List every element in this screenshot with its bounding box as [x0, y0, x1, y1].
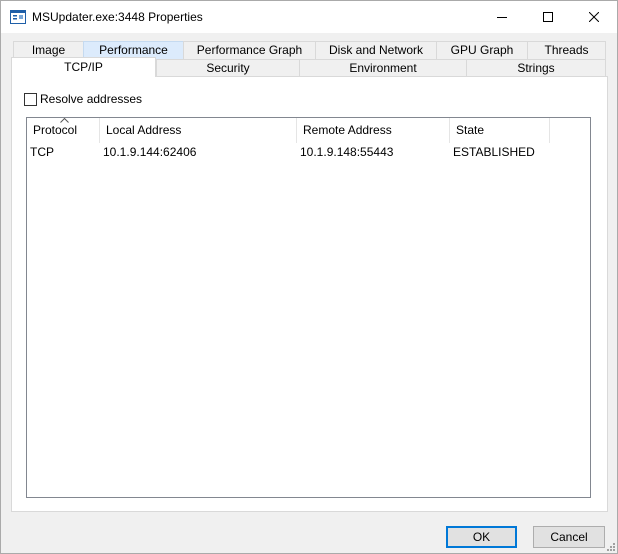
column-header-local-address[interactable]: Local Address	[100, 118, 297, 143]
column-header-remote-address[interactable]: Remote Address	[297, 118, 450, 143]
list-header: Protocol Local Address Remote Address St…	[27, 118, 590, 143]
resolve-addresses-checkbox[interactable]: Resolve addresses	[24, 92, 142, 106]
column-header-label: State	[456, 123, 485, 137]
close-button[interactable]	[571, 1, 617, 33]
tab-disk-and-network[interactable]: Disk and Network	[315, 41, 437, 59]
tab-label: Environment	[349, 61, 417, 75]
tab-label: TCP/IP	[64, 60, 103, 74]
sort-ascending-icon	[60, 118, 69, 123]
tab-tcp-ip[interactable]: TCP/IP	[11, 57, 156, 77]
minimize-icon	[497, 17, 507, 18]
column-header-state[interactable]: State	[450, 118, 550, 143]
app-window-icon	[10, 10, 26, 24]
tab-gpu-graph[interactable]: GPU Graph	[436, 41, 528, 59]
tab-label: Security	[206, 61, 250, 75]
tab-label: GPU Graph	[450, 43, 514, 57]
properties-window: MSUpdater.exe:3448 Properties Image Perf…	[0, 0, 618, 554]
window-title: MSUpdater.exe:3448 Properties	[32, 10, 203, 24]
connections-list[interactable]: Protocol Local Address Remote Address St…	[26, 117, 591, 498]
tab-environment[interactable]: Environment	[299, 59, 467, 77]
column-header-label: Protocol	[33, 123, 78, 137]
tab-label: Image	[31, 43, 66, 57]
maximize-icon	[543, 12, 553, 22]
tab-performance-graph[interactable]: Performance Graph	[183, 41, 316, 59]
tab-label: Performance Graph	[196, 43, 303, 57]
ok-button[interactable]: OK	[446, 526, 517, 548]
checkbox-box[interactable]	[24, 92, 37, 106]
column-header-label: Remote Address	[303, 123, 392, 137]
column-header-protocol[interactable]: Protocol	[27, 118, 100, 143]
tab-label: Threads	[544, 43, 589, 57]
close-icon	[589, 12, 599, 22]
minimize-button[interactable]	[479, 1, 525, 33]
resolve-addresses-label: Resolve addresses	[40, 92, 143, 106]
tab-label: Strings	[517, 61, 555, 75]
maximize-button[interactable]	[525, 1, 571, 33]
tab-strings[interactable]: Strings	[466, 59, 606, 77]
cancel-button[interactable]: Cancel	[533, 526, 605, 548]
title-bar[interactable]: MSUpdater.exe:3448 Properties	[1, 1, 617, 33]
column-header-label: Local Address	[106, 123, 182, 137]
cell-local-address: 10.1.9.144:62406	[103, 145, 197, 159]
cell-remote-address: 10.1.9.148:55443	[300, 145, 394, 159]
table-row[interactable]: TCP 10.1.9.144:62406 10.1.9.148:55443 ES…	[27, 143, 590, 161]
cell-state: ESTABLISHED	[453, 145, 535, 159]
tab-label: Performance	[99, 43, 168, 57]
tab-threads[interactable]: Threads	[527, 41, 606, 59]
tab-security[interactable]: Security	[156, 59, 300, 77]
cell-protocol: TCP	[30, 145, 54, 159]
resize-grip-icon[interactable]	[605, 541, 616, 552]
tab-label: Disk and Network	[328, 43, 424, 57]
